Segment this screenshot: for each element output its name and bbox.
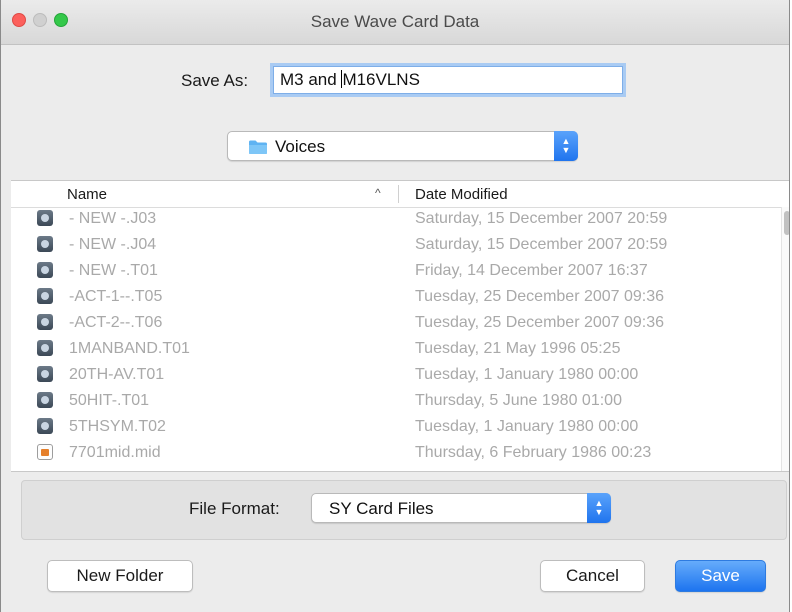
file-format-bar: File Format: SY Card Files ▲ ▼ — [21, 480, 787, 540]
scrollbar-thumb[interactable] — [784, 211, 789, 235]
file-name: 1MANBAND.T01 — [69, 340, 190, 357]
file-list-item[interactable]: - NEW -.J03 Saturday, 15 December 2007 20… — [11, 207, 781, 233]
file-name: -ACT-2--.T06 — [69, 314, 163, 331]
sort-ascending-icon: ^ — [375, 186, 381, 200]
file-name: - NEW -.J04 — [69, 236, 157, 253]
file-date-modified: Thursday, 6 February 1986 00:23 — [415, 444, 652, 461]
file-list-item[interactable]: 1MANBAND.T01 Tuesday, 21 May 1996 05:25 — [11, 337, 781, 363]
file-date-modified: Tuesday, 1 January 1980 00:00 — [415, 418, 639, 435]
file-date-modified: Thursday, 5 June 1980 01:00 — [415, 392, 622, 409]
midi-file-icon — [37, 444, 53, 460]
file-name: 20TH-AV.T01 — [69, 366, 165, 383]
file-name: - NEW -.T01 — [69, 262, 158, 279]
voice-file-icon — [37, 366, 53, 382]
file-name: -ACT-1--.T05 — [69, 288, 163, 305]
file-date-modified: Friday, 14 December 2007 16:37 — [415, 262, 648, 279]
file-list-item[interactable]: -ACT-2--.T06 Tuesday, 25 December 2007 09… — [11, 311, 781, 337]
file-list-item[interactable]: 7701mid.mid Thursday, 6 February 1986 00:… — [11, 441, 781, 467]
save-button[interactable]: Save — [675, 560, 766, 592]
file-name: - NEW -.J03 — [69, 210, 157, 227]
chevron-up-down-icon: ▲ ▼ — [554, 131, 578, 161]
voice-file-icon — [37, 340, 53, 356]
save-as-label: Save As: — [181, 71, 249, 90]
file-date-modified: Saturday, 15 December 2007 20:59 — [415, 236, 668, 253]
file-list-item[interactable]: 50HIT-.T01 Thursday, 5 June 1980 01:00 — [11, 389, 781, 415]
column-divider — [398, 185, 399, 203]
voice-file-icon — [37, 236, 53, 252]
voice-file-icon — [37, 262, 53, 278]
save-as-input[interactable]: M3 and M16VLNS — [273, 66, 623, 94]
file-name: 50HIT-.T01 — [69, 392, 150, 409]
file-date-modified: Tuesday, 1 January 1980 00:00 — [415, 366, 639, 383]
file-date-modified: Tuesday, 21 May 1996 05:25 — [415, 340, 621, 357]
voice-file-icon — [37, 288, 53, 304]
location-popup[interactable]: Voices ▲ ▼ — [227, 131, 578, 161]
file-browser: Name ^ Date Modified - NEW -.J03 Saturday… — [11, 180, 789, 472]
file-format-label: File Format: — [189, 499, 280, 518]
column-header-date-modified[interactable]: Date Modified — [415, 186, 508, 203]
list-header: Name ^ Date Modified — [11, 181, 789, 208]
title-bar: Save Wave Card Data — [1, 0, 789, 45]
cancel-button[interactable]: Cancel — [540, 560, 645, 592]
file-name: 5THSYM.T02 — [69, 418, 166, 435]
file-list-item[interactable]: 5THSYM.T02 Tuesday, 1 January 1980 00:00 — [11, 415, 781, 441]
file-date-modified: Tuesday, 25 December 2007 09:36 — [415, 314, 665, 331]
window-title: Save Wave Card Data — [310, 12, 480, 31]
file-list-item[interactable]: - NEW -.T01 Friday, 14 December 2007 16:3… — [11, 259, 781, 285]
location-popup-label: Voices — [275, 137, 326, 156]
file-list-item[interactable]: 20TH-AV.T01 Tuesday, 1 January 1980 00:00 — [11, 363, 781, 389]
file-list-item[interactable]: -ACT-1--.T05 Tuesday, 25 December 2007 09… — [11, 285, 781, 311]
voice-file-icon — [37, 210, 53, 226]
file-name: 7701mid.mid — [69, 444, 161, 461]
file-date-modified: Tuesday, 25 December 2007 09:36 — [415, 288, 665, 305]
voice-file-icon — [37, 392, 53, 408]
save-dialog: Save Wave Card Data Save As: M3 and M16V… — [0, 0, 790, 612]
file-date-modified: Saturday, 15 December 2007 20:59 — [415, 210, 668, 227]
file-format-popup[interactable]: SY Card Files ▲ ▼ — [311, 493, 611, 523]
file-list-item[interactable]: - NEW -.J04 Saturday, 15 December 2007 20… — [11, 233, 781, 259]
voice-file-icon — [37, 314, 53, 330]
save-as-text-after-caret: M16VLNS — [342, 70, 420, 89]
new-folder-button[interactable]: New Folder — [47, 560, 193, 592]
save-as-text-before-caret: M3 and — [280, 70, 342, 89]
chevron-up-down-icon: ▲ ▼ — [587, 493, 611, 523]
column-header-name[interactable]: Name — [67, 186, 107, 203]
voice-file-icon — [37, 418, 53, 434]
vertical-scrollbar[interactable] — [781, 207, 789, 471]
file-format-popup-label: SY Card Files — [329, 499, 434, 518]
folder-icon — [249, 140, 267, 154]
